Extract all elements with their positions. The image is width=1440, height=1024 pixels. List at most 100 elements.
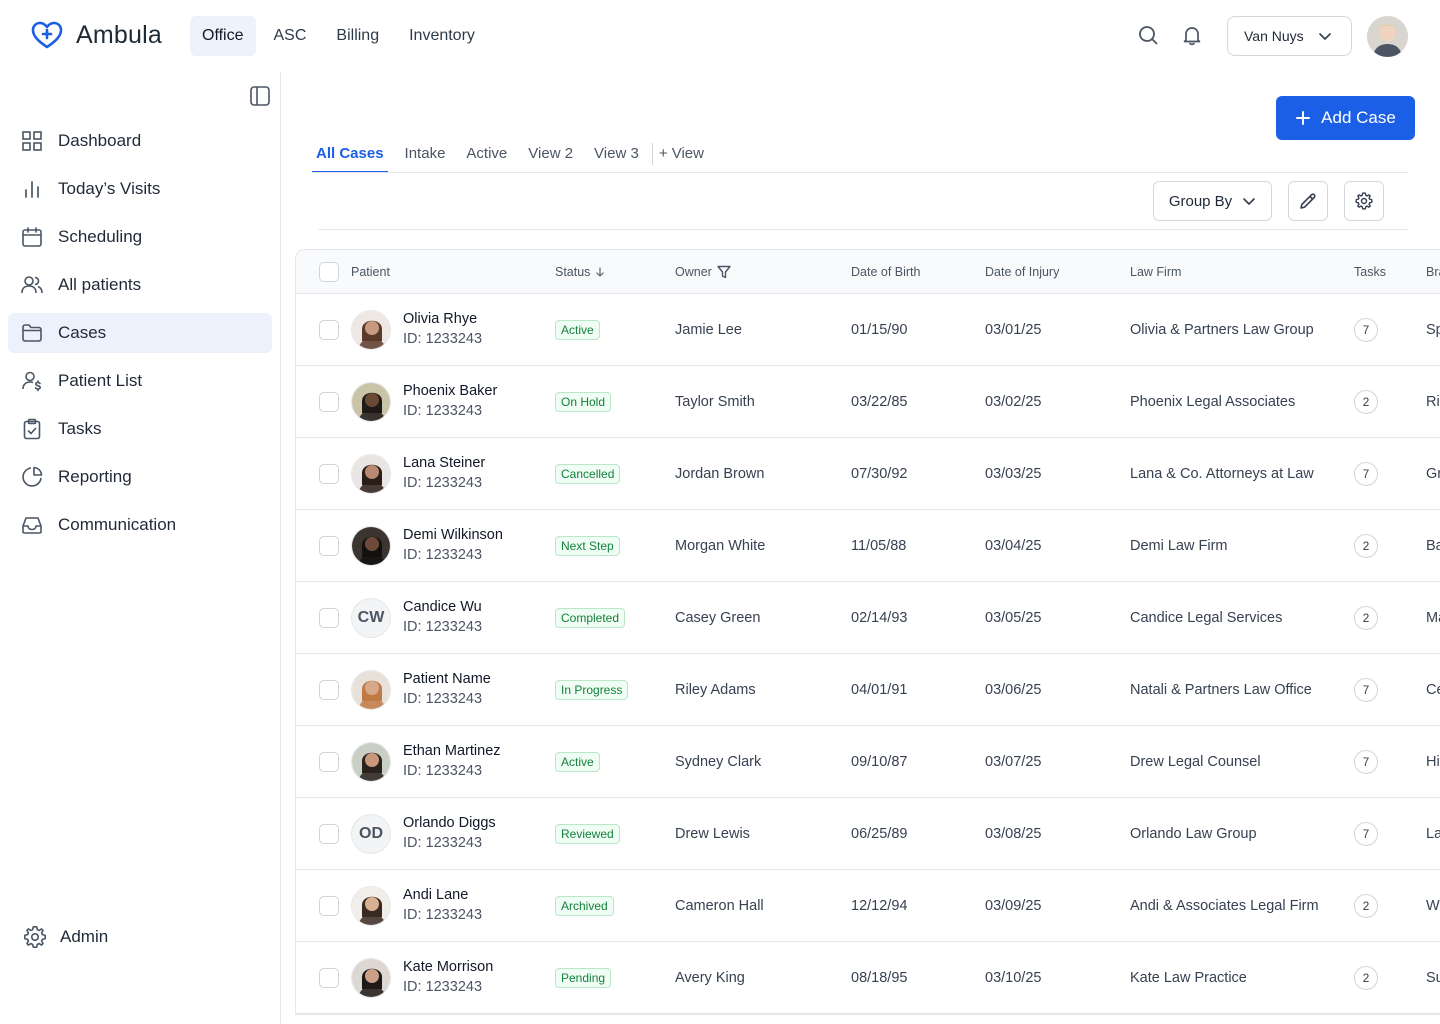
- table-row[interactable]: Kate Morrison ID: 1233243 Pending Avery …: [296, 942, 1440, 1014]
- tasks-count-badge[interactable]: 2: [1354, 966, 1378, 990]
- owner-cell: Morgan White: [675, 538, 766, 554]
- filter-icon[interactable]: [716, 264, 732, 280]
- row-checkbox[interactable]: [319, 392, 339, 412]
- row-checkbox[interactable]: [319, 968, 339, 988]
- column-patient[interactable]: Patient: [351, 250, 390, 294]
- search-icon[interactable]: [1137, 24, 1159, 46]
- tasks-count-badge[interactable]: 7: [1354, 678, 1378, 702]
- tasks-count-badge[interactable]: 7: [1354, 822, 1378, 846]
- table-row[interactable]: OD Orlando Diggs ID: 1233243 Reviewed Dr…: [296, 798, 1440, 870]
- patient-id: ID: 1233243: [403, 907, 483, 923]
- column-doi[interactable]: Date of Injury: [985, 250, 1059, 294]
- chevron-down-icon: [1243, 198, 1256, 205]
- sidebar-collapse-icon[interactable]: [249, 85, 271, 107]
- tab-view-2[interactable]: View 2: [524, 134, 577, 173]
- sidebar-item-admin[interactable]: Admin: [22, 924, 108, 950]
- user-avatar[interactable]: [1367, 16, 1408, 57]
- table-row[interactable]: Olivia Rhye ID: 1233243 Active Jamie Lee…: [296, 294, 1440, 366]
- topnav-billing[interactable]: Billing: [324, 16, 391, 56]
- owner-cell: Jamie Lee: [675, 322, 742, 338]
- patient-name[interactable]: Kate Morrison: [403, 959, 493, 975]
- tasks-count-badge[interactable]: 2: [1354, 894, 1378, 918]
- column-tasks[interactable]: Tasks: [1354, 250, 1386, 294]
- tasks-count-badge[interactable]: 7: [1354, 750, 1378, 774]
- add-case-button[interactable]: Add Case: [1276, 96, 1415, 140]
- add-view-button[interactable]: + View: [659, 134, 704, 173]
- tasks-count-badge[interactable]: 2: [1354, 606, 1378, 630]
- tab-all-cases[interactable]: All Cases: [312, 134, 388, 173]
- view-tabs: All Cases Intake Active View 2 View 3 + …: [312, 134, 704, 173]
- patient-name[interactable]: Olivia Rhye: [403, 311, 477, 327]
- row-select-cell: [319, 726, 339, 798]
- row-checkbox[interactable]: [319, 896, 339, 916]
- tasks-count-badge[interactable]: 7: [1354, 318, 1378, 342]
- dob-cell: 06/25/89: [851, 826, 908, 842]
- calendar-icon: [22, 227, 42, 247]
- row-checkbox[interactable]: [319, 752, 339, 772]
- patient-name[interactable]: Phoenix Baker: [403, 383, 497, 399]
- table-row[interactable]: Demi Wilkinson ID: 1233243 Next Step Mor…: [296, 510, 1440, 582]
- column-dob[interactable]: Date of Birth: [851, 250, 920, 294]
- status-cell: On Hold: [555, 366, 612, 438]
- topnav-asc[interactable]: ASC: [262, 16, 319, 56]
- tasks-count-badge[interactable]: 7: [1354, 462, 1378, 486]
- row-checkbox[interactable]: [319, 608, 339, 628]
- column-law-firm[interactable]: Law Firm: [1130, 250, 1181, 294]
- table-row[interactable]: Phoenix Baker ID: 1233243 On Hold Taylor…: [296, 366, 1440, 438]
- patient-name[interactable]: Ethan Martinez: [403, 743, 501, 759]
- status-badge: On Hold: [555, 392, 612, 412]
- column-owner[interactable]: Owner: [675, 250, 732, 294]
- column-status[interactable]: Status: [555, 250, 606, 294]
- topnav-inventory[interactable]: Inventory: [397, 16, 487, 56]
- sidebar-item-cases[interactable]: Cases: [8, 313, 272, 353]
- table-row[interactable]: CW Candice Wu ID: 1233243 Completed Case…: [296, 582, 1440, 654]
- group-by-button[interactable]: Group By: [1153, 181, 1272, 221]
- edit-button[interactable]: [1288, 181, 1328, 221]
- patient-name[interactable]: Orlando Diggs: [403, 815, 496, 831]
- row-checkbox[interactable]: [319, 824, 339, 844]
- dob-cell: 09/10/87: [851, 754, 908, 770]
- patient-name[interactable]: Lana Steiner: [403, 455, 485, 471]
- tasks-count-badge[interactable]: 2: [1354, 390, 1378, 414]
- tab-active[interactable]: Active: [462, 134, 511, 173]
- tab-intake[interactable]: Intake: [401, 134, 450, 173]
- tab-view-3[interactable]: View 3: [590, 134, 643, 173]
- table-row[interactable]: Andi Lane ID: 1233243 Archived Cameron H…: [296, 870, 1440, 942]
- patient-avatar: CW: [351, 598, 391, 638]
- patient-name[interactable]: Candice Wu: [403, 599, 482, 615]
- sidebar-item-patient-list[interactable]: Patient List: [8, 361, 272, 401]
- top-nav: Office ASC Billing Inventory: [190, 16, 487, 56]
- sidebar-item-dashboard[interactable]: Dashboard: [8, 121, 272, 161]
- bell-icon[interactable]: [1181, 24, 1203, 46]
- sidebar-item-todays-visits[interactable]: Today’s Visits: [8, 169, 272, 209]
- tasks-count-badge[interactable]: 2: [1354, 534, 1378, 558]
- law-firm-cell: Natali & Partners Law Office: [1130, 682, 1312, 698]
- sidebar-item-reporting[interactable]: Reporting: [8, 457, 272, 497]
- column-branch[interactable]: Bra: [1426, 250, 1440, 294]
- table-row[interactable]: Ethan Martinez ID: 1233243 Active Sydney…: [296, 726, 1440, 798]
- doi-cell: 03/02/25: [985, 394, 1042, 410]
- patient-name[interactable]: Patient Name: [403, 671, 491, 687]
- sidebar-item-all-patients[interactable]: All patients: [8, 265, 272, 305]
- table-row[interactable]: Lana Steiner ID: 1233243 Cancelled Jorda…: [296, 438, 1440, 510]
- status-badge: Active: [555, 752, 600, 772]
- row-checkbox[interactable]: [319, 536, 339, 556]
- row-checkbox[interactable]: [319, 320, 339, 340]
- row-checkbox[interactable]: [319, 680, 339, 700]
- tasks-cell: 7: [1354, 654, 1378, 726]
- sidebar-item-communication[interactable]: Communication: [8, 505, 272, 545]
- sidebar-item-tasks[interactable]: Tasks: [8, 409, 272, 449]
- sidebar-item-scheduling[interactable]: Scheduling: [8, 217, 272, 257]
- patient-name[interactable]: Andi Lane: [403, 887, 468, 903]
- table-row[interactable]: Patient Name ID: 1233243 In Progress Ril…: [296, 654, 1440, 726]
- location-select[interactable]: Van Nuys: [1227, 16, 1352, 56]
- row-checkbox[interactable]: [319, 464, 339, 484]
- branch-cell: Ba: [1426, 538, 1440, 554]
- settings-button[interactable]: [1344, 181, 1384, 221]
- select-all-checkbox[interactable]: [319, 262, 339, 282]
- cases-table: Patient Status Owner Date of Birth Date …: [295, 249, 1440, 1015]
- sort-down-icon: [596, 267, 605, 277]
- topnav-office[interactable]: Office: [190, 16, 256, 56]
- patient-name[interactable]: Demi Wilkinson: [403, 527, 503, 543]
- app-logo[interactable]: Ambula: [30, 20, 162, 50]
